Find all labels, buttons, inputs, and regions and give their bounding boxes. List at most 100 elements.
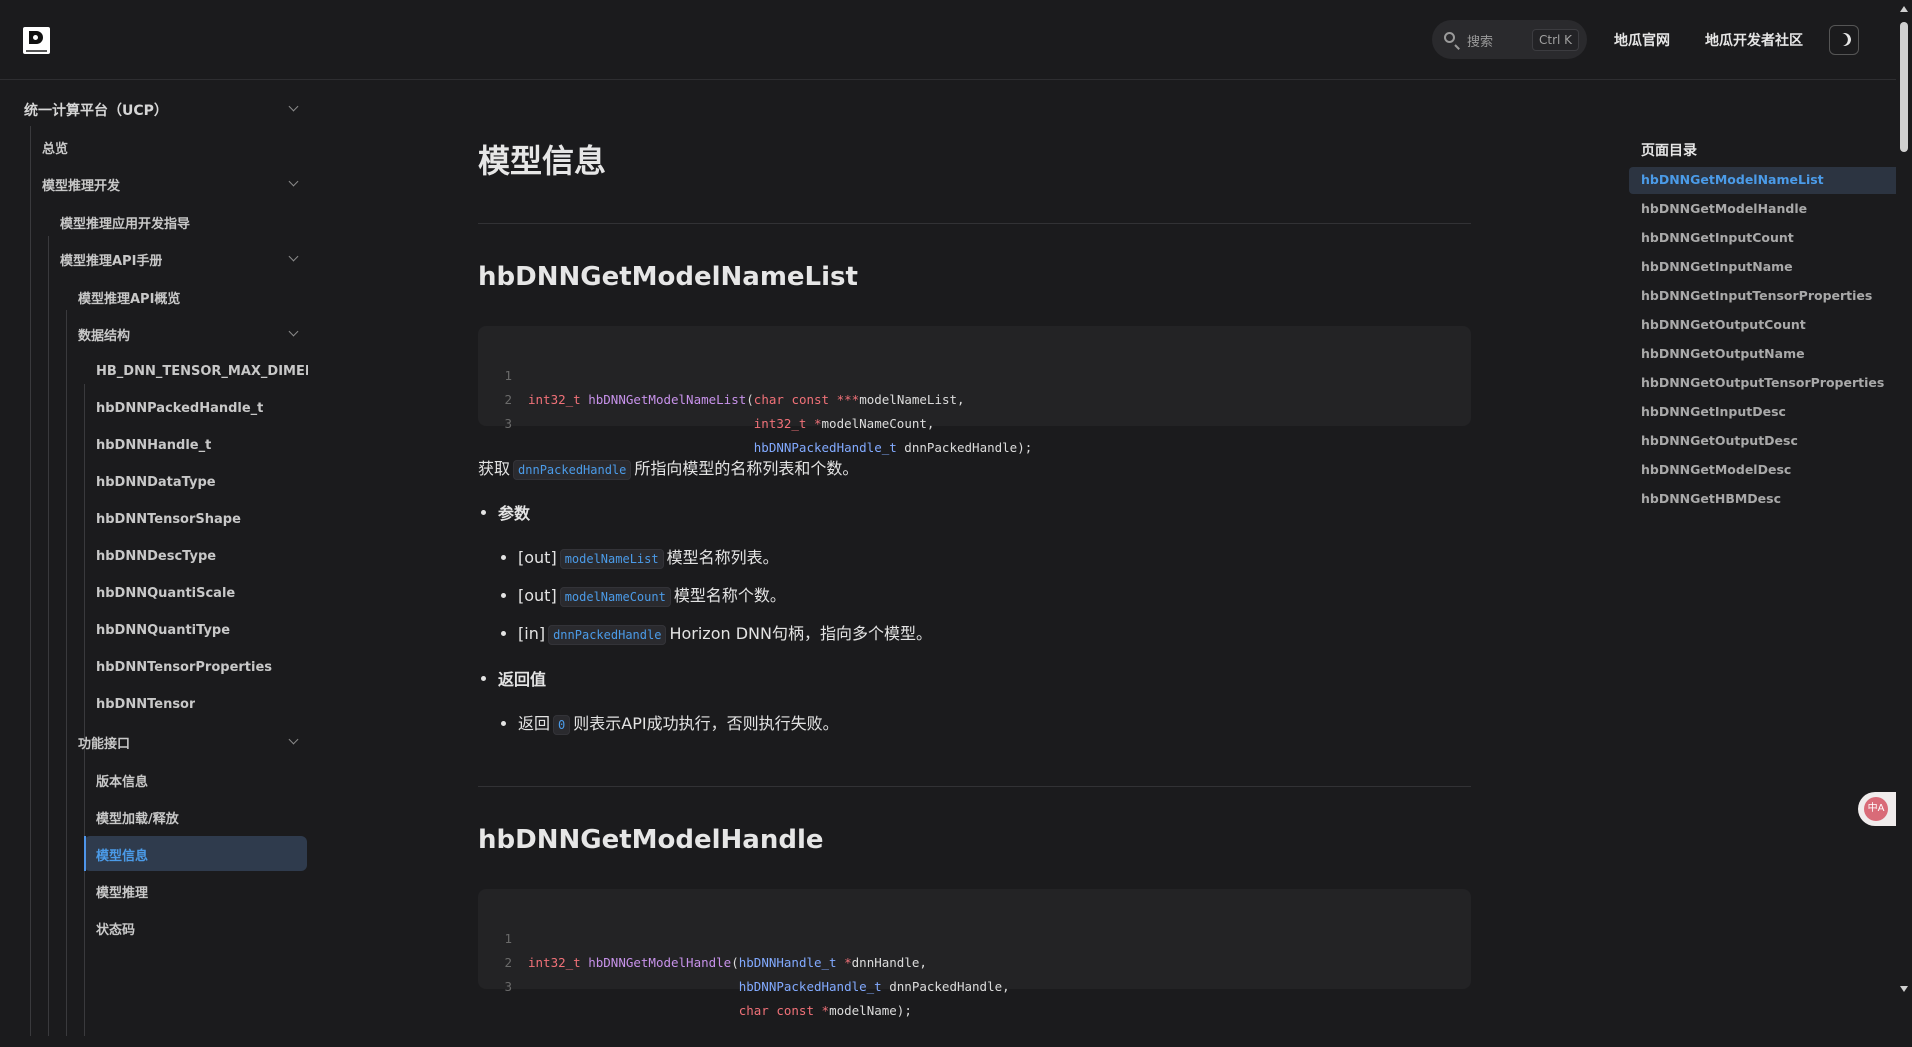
code-block-get-model-handle: 1 int32_t hbDNNGetModelHandle(hbDNNHandl… xyxy=(478,889,1471,1018)
param-direction: [in] xyxy=(518,624,546,643)
translate-float-button[interactable]: 中A xyxy=(1858,792,1896,826)
param-description: 模型名称列表。 xyxy=(666,548,779,567)
toc-item-get-model-handle[interactable]: hbDNNGetModelHandle xyxy=(1641,201,1807,216)
sidebar-item-tensor[interactable]: hbDNNTensor xyxy=(96,697,195,712)
code-text: int32_t *modelNameCount, xyxy=(753,416,935,431)
scroll-down-arrow-icon[interactable] xyxy=(1900,986,1908,992)
param-item: [out] modelNameCount 模型名称个数。 xyxy=(518,582,786,607)
code-block-get-model-name-list: 1 int32_t hbDNNGetModelNameList(char con… xyxy=(478,326,1471,455)
inline-code: modelNameCount xyxy=(559,587,671,607)
toc-item-get-output-count[interactable]: hbDNNGetOutputCount xyxy=(1641,317,1806,332)
sidebar-item-tensor-shape[interactable]: hbDNNTensorShape xyxy=(96,512,241,527)
divider xyxy=(478,786,1471,787)
sidebar-item-version-info[interactable]: 版本信息 xyxy=(96,771,148,790)
toc-item-get-output-desc[interactable]: hbDNNGetOutputDesc xyxy=(1641,433,1798,448)
toc-item-get-input-count[interactable]: hbDNNGetInputCount xyxy=(1641,230,1794,245)
sidebar-item-max-dimensions[interactable]: HB_DNN_TENSOR_MAX_DIMENSIONS xyxy=(96,364,308,379)
toc-item-get-input-name[interactable]: hbDNNGetInputName xyxy=(1641,259,1793,274)
sidebar-item-api-overview[interactable]: 模型推理API概览 xyxy=(78,288,180,307)
page-title: 模型信息 xyxy=(478,142,607,180)
toc-title: 页面目录 xyxy=(1641,143,1697,159)
section-heading-get-model-handle: hbDNNGetModelHandle xyxy=(478,825,824,855)
nav-link-official-site[interactable]: 地瓜官网 xyxy=(1614,30,1670,50)
sidebar-item-ucp[interactable]: 统一计算平台（UCP） xyxy=(24,100,168,120)
param-description: 模型名称个数。 xyxy=(673,586,786,605)
sidebar-item-status-codes[interactable]: 状态码 xyxy=(96,919,135,938)
chevron-down-icon[interactable] xyxy=(288,251,299,262)
sidebar-item-packed-handle[interactable]: hbDNNPackedHandle_t xyxy=(96,401,263,416)
theme-toggle-button[interactable] xyxy=(1829,25,1859,55)
code-line: 3 hbDNNPackedHandle_t dnnPackedHandle); xyxy=(478,388,1471,455)
scroll-up-arrow-icon[interactable] xyxy=(1900,6,1908,12)
sidebar-active-indicator xyxy=(84,836,86,871)
scrollbar-thumb[interactable] xyxy=(1900,22,1908,152)
sidebar-item-overview[interactable]: 总览 xyxy=(42,138,68,157)
translate-icon: 中A xyxy=(1864,797,1888,821)
param-item: [in] dnnPackedHandle Horizon DNN句柄，指向多个模型。 xyxy=(518,620,932,645)
inline-code: 0 xyxy=(553,715,571,735)
search-button[interactable]: 搜索 Ctrl K xyxy=(1432,20,1587,59)
sidebar-item-model-inference[interactable]: 模型推理 xyxy=(96,882,148,901)
page-scrollbar[interactable] xyxy=(1896,0,1912,1000)
chevron-down-icon[interactable] xyxy=(288,176,299,187)
return-prefix: 返回 xyxy=(518,714,551,733)
nav-link-developer-community[interactable]: 地瓜开发者社区 xyxy=(1705,30,1803,50)
chevron-down-icon[interactable] xyxy=(288,101,299,112)
description-suffix: 所指向模型的名称列表和个数。 xyxy=(634,459,859,478)
inline-code: dnnPackedHandle xyxy=(513,460,632,480)
description-prefix: 获取 xyxy=(478,459,511,478)
code-line: 1 int32_t hbDNNGetModelNameList(char con… xyxy=(478,340,1471,407)
inline-code: dnnPackedHandle xyxy=(548,625,667,645)
sidebar-item-quanti-scale[interactable]: hbDNNQuantiScale xyxy=(96,586,235,601)
description-paragraph: 获取 dnnPackedHandle 所指向模型的名称列表和个数。 xyxy=(478,455,859,480)
sidebar-item-function-interfaces[interactable]: 功能接口 xyxy=(78,733,130,752)
param-direction: [out] xyxy=(518,586,557,605)
sidebar-item-model-inference-dev[interactable]: 模型推理开发 xyxy=(42,175,120,194)
section-heading-get-model-name-list: hbDNNGetModelNameList xyxy=(478,262,858,292)
navbar: 搜索 Ctrl K 地瓜官网 地瓜开发者社区 xyxy=(0,0,1896,80)
sidebar-item-data-structures[interactable]: 数据结构 xyxy=(78,325,130,344)
bullet-icon xyxy=(501,593,506,598)
sidebar-item-app-dev-guide[interactable]: 模型推理应用开发指导 xyxy=(60,213,190,232)
param-direction: [out] xyxy=(518,548,557,567)
line-number: 3 xyxy=(504,416,512,431)
sidebar-item-quanti-type[interactable]: hbDNNQuantiType xyxy=(96,623,230,638)
sidebar-item-tensor-properties[interactable]: hbDNNTensorProperties xyxy=(96,660,272,675)
chevron-down-icon[interactable] xyxy=(288,326,299,337)
sidebar-item-model-info[interactable]: 模型信息 xyxy=(96,845,148,864)
sidebar-item-data-type[interactable]: hbDNNDataType xyxy=(96,475,216,490)
line-number: 3 xyxy=(504,979,512,994)
toc-item-get-output-name[interactable]: hbDNNGetOutputName xyxy=(1641,346,1805,361)
inline-code: modelNameList xyxy=(559,549,664,569)
sidebar-guide-line xyxy=(84,384,85,1036)
toc-item-get-output-tensor-properties[interactable]: hbDNNGetOutputTensorProperties xyxy=(1641,375,1884,390)
sidebar-item-handle[interactable]: hbDNNHandle_t xyxy=(96,438,211,453)
bullet-icon xyxy=(481,510,486,515)
logo-mark-icon xyxy=(29,31,43,44)
chevron-down-icon[interactable] xyxy=(288,734,299,745)
code-text: hbDNNPackedHandle_t dnnPackedHandle, xyxy=(738,979,1010,994)
sidebar-guide-line xyxy=(48,236,49,1036)
bullet-icon xyxy=(501,631,506,636)
search-icon xyxy=(1444,32,1455,43)
params-label: 参数 xyxy=(498,504,531,523)
code-text: char const *modelName); xyxy=(738,1003,912,1018)
toc-item-get-hbm-desc[interactable]: hbDNNGetHBMDesc xyxy=(1641,491,1781,506)
code-line: 2 int32_t *modelNameCount, xyxy=(478,364,1471,431)
moon-icon xyxy=(1836,31,1853,48)
toc-item-get-model-desc[interactable]: hbDNNGetModelDesc xyxy=(1641,462,1791,477)
code-line: 2 hbDNNPackedHandle_t dnnPackedHandle, xyxy=(478,927,1471,994)
toc-item-get-input-tensor-properties[interactable]: hbDNNGetInputTensorProperties xyxy=(1641,288,1872,303)
bullet-icon xyxy=(501,721,506,726)
search-placeholder: 搜索 xyxy=(1467,35,1494,50)
brand-logo[interactable] xyxy=(23,27,50,54)
sidebar-item-model-load-release[interactable]: 模型加载/释放 xyxy=(96,808,179,827)
toc-item-get-input-desc[interactable]: hbDNNGetInputDesc xyxy=(1641,404,1786,419)
code-line: 1 int32_t hbDNNGetModelHandle(hbDNNHandl… xyxy=(478,903,1471,970)
sidebar-item-desc-type[interactable]: hbDNNDescType xyxy=(96,549,216,564)
return-suffix: 则表示API成功执行，否则执行失败。 xyxy=(573,714,839,733)
sidebar-item-api-manual[interactable]: 模型推理API手册 xyxy=(60,250,162,269)
toc-item-get-model-name-list[interactable]: hbDNNGetModelNameList xyxy=(1641,172,1824,187)
param-item: [out] modelNameList 模型名称列表。 xyxy=(518,544,779,569)
search-shortcut-badge: Ctrl K xyxy=(1532,29,1580,51)
